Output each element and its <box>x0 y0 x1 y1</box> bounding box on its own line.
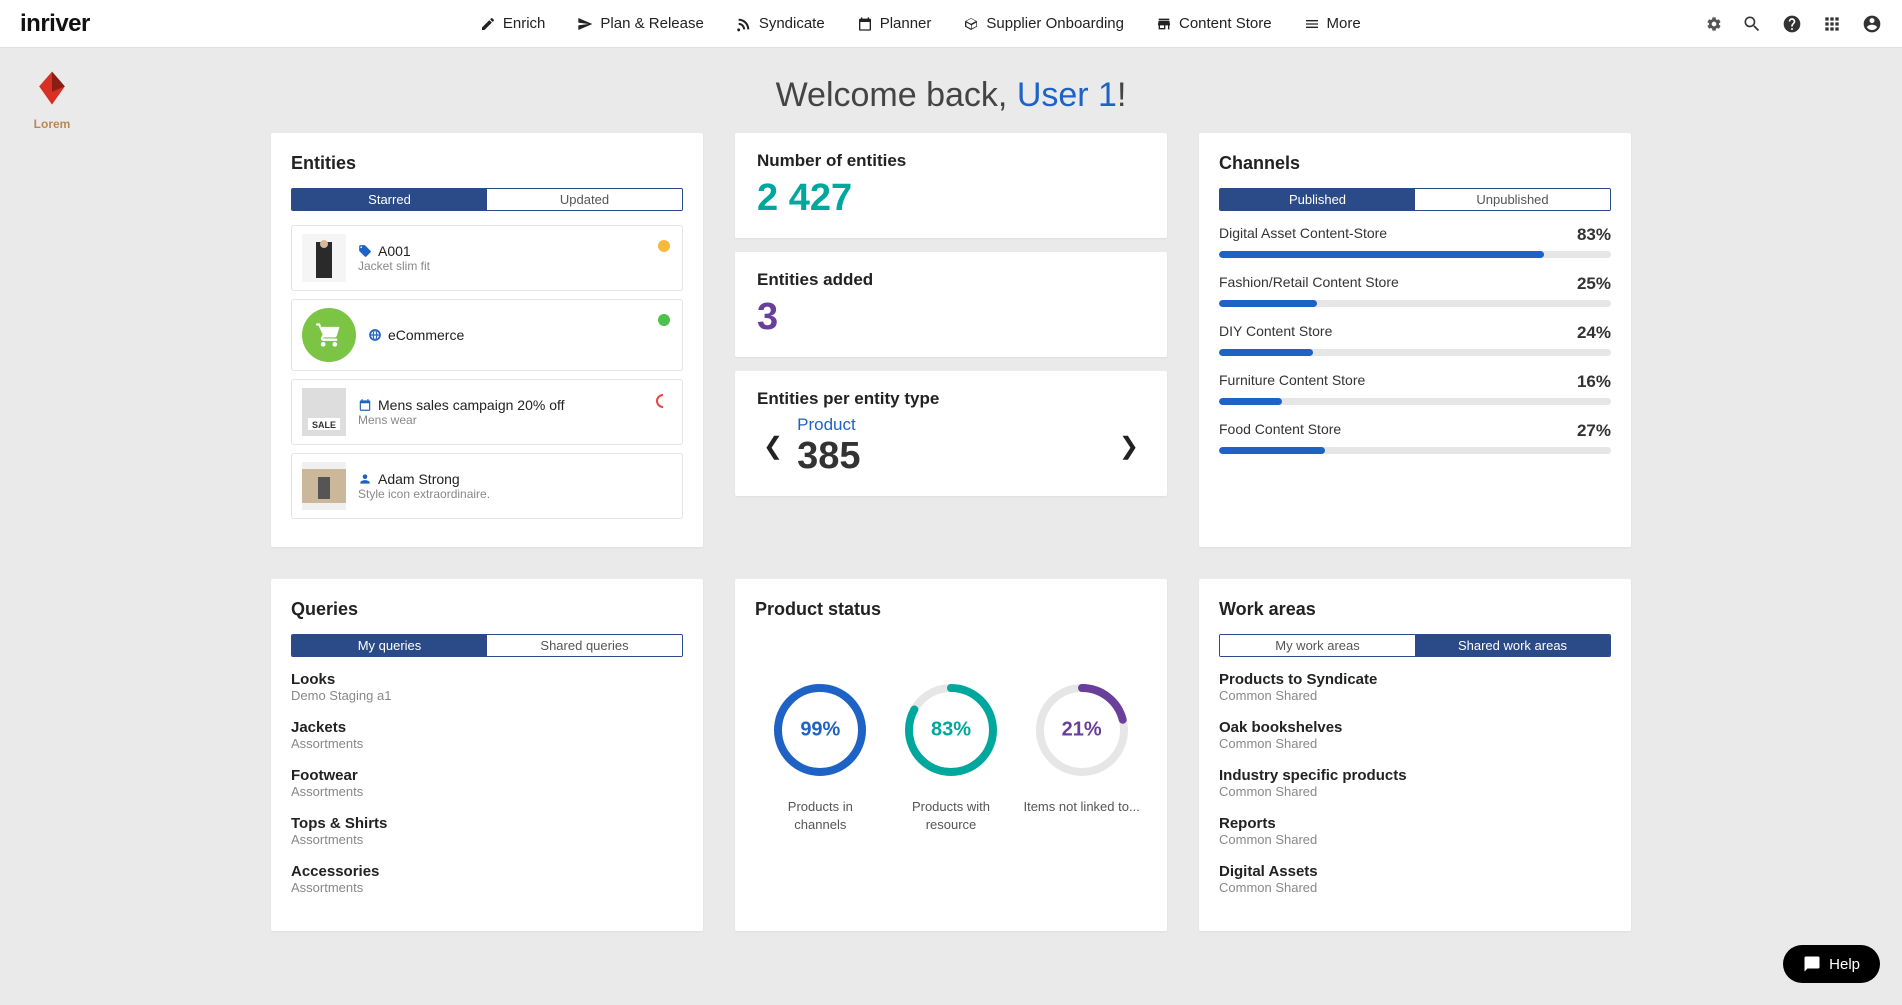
send-icon <box>577 16 593 32</box>
entity-thumb <box>302 308 356 362</box>
person-icon <box>358 472 372 486</box>
menu-icon <box>1304 16 1320 32</box>
queries-card: Queries My queries Shared queries LooksD… <box>271 579 703 931</box>
user-icon[interactable] <box>1862 14 1882 34</box>
nav-more[interactable]: More <box>1304 15 1361 32</box>
tag-icon <box>358 244 372 258</box>
brand-name: Lorem <box>30 117 74 131</box>
channel-row[interactable]: Digital Asset Content-Store83% <box>1219 225 1611 258</box>
nav-syndicate[interactable]: Syndicate <box>736 15 825 32</box>
tab-shared-work-areas[interactable]: Shared work areas <box>1415 635 1610 656</box>
top-bar: inriver Enrich Plan & Release Syndicate … <box>0 0 1902 48</box>
prev-arrow[interactable]: ❮ <box>757 432 789 461</box>
globe-icon <box>368 328 382 342</box>
main-nav: Enrich Plan & Release Syndicate Planner … <box>480 15 1361 32</box>
channel-row[interactable]: Fashion/Retail Content Store25% <box>1219 274 1611 307</box>
work-areas-card: Work areas My work areas Shared work are… <box>1199 579 1631 931</box>
calendar-icon <box>857 16 873 32</box>
store-icon <box>1156 16 1172 32</box>
entities-card: Entities Starred Updated A001 Jacket sli… <box>271 133 703 547</box>
query-row[interactable]: LooksDemo Staging a1 <box>291 671 683 703</box>
logo: inriver <box>20 10 90 38</box>
product-status-card: Product status 99%Products in channels83… <box>735 579 1167 931</box>
gear-icon[interactable] <box>1706 16 1722 32</box>
nav-plan-release[interactable]: Plan & Release <box>577 15 703 32</box>
tab-unpublished[interactable]: Unpublished <box>1415 189 1610 210</box>
channel-row[interactable]: Furniture Content Store16% <box>1219 372 1611 405</box>
box-icon <box>963 16 979 32</box>
tab-starred[interactable]: Starred <box>292 189 487 210</box>
donut: 99%Products in channels <box>760 680 880 834</box>
queries-tabs: My queries Shared queries <box>291 634 683 657</box>
query-row[interactable]: JacketsAssortments <box>291 719 683 751</box>
tab-shared-queries[interactable]: Shared queries <box>487 635 682 656</box>
brand-badge: Lorem <box>30 68 74 131</box>
pencil-icon <box>480 16 496 32</box>
entity-type-label: Product <box>797 415 1113 435</box>
channel-row[interactable]: Food Content Store27% <box>1219 421 1611 454</box>
help-button[interactable]: Help <box>1783 945 1880 983</box>
work-area-row[interactable]: Oak bookshelvesCommon Shared <box>1219 719 1611 751</box>
nav-enrich[interactable]: Enrich <box>480 15 546 32</box>
welcome-user: User 1 <box>1017 76 1117 114</box>
nav-planner[interactable]: Planner <box>857 15 932 32</box>
search-icon[interactable] <box>1742 14 1762 34</box>
nav-content-store[interactable]: Content Store <box>1156 15 1272 32</box>
work-area-row[interactable]: ReportsCommon Shared <box>1219 815 1611 847</box>
util-icons <box>1706 14 1882 34</box>
entity-thumb: SALE <box>302 388 346 436</box>
query-row[interactable]: Tops & ShirtsAssortments <box>291 815 683 847</box>
brand-logo-icon <box>30 68 74 112</box>
status-dot <box>658 314 670 326</box>
chat-icon <box>1803 955 1821 973</box>
donut: 21%Items not linked to... <box>1022 680 1142 834</box>
svg-text:SALE: SALE <box>312 420 336 430</box>
apps-icon[interactable] <box>1822 14 1842 34</box>
next-arrow[interactable]: ❯ <box>1113 432 1145 461</box>
entity-thumb <box>302 462 346 510</box>
tab-my-work-areas[interactable]: My work areas <box>1220 635 1415 656</box>
welcome-heading: Welcome back, User 1! <box>0 48 1902 133</box>
status-dot <box>658 240 670 252</box>
channels-tabs: Published Unpublished <box>1219 188 1611 211</box>
donut: 83%Products with resource <box>891 680 1011 834</box>
rss-icon <box>736 16 752 32</box>
entities-added-card: Entities added 3 <box>735 252 1167 357</box>
tab-updated[interactable]: Updated <box>487 189 682 210</box>
entities-per-type-card: Entities per entity type ❮ Product 385 ❯ <box>735 371 1167 496</box>
query-row[interactable]: AccessoriesAssortments <box>291 863 683 895</box>
entity-row[interactable]: SALE Mens sales campaign 20% off Mens we… <box>291 379 683 445</box>
work-area-row[interactable]: Industry specific productsCommon Shared <box>1219 767 1611 799</box>
tab-my-queries[interactable]: My queries <box>292 635 487 656</box>
entities-title: Entities <box>291 153 683 174</box>
entity-row[interactable]: Adam Strong Style icon extraordinaire. <box>291 453 683 519</box>
channels-card: Channels Published Unpublished Digital A… <box>1199 133 1631 547</box>
num-entities-value: 2 427 <box>757 177 1145 220</box>
nav-supplier-onboarding[interactable]: Supplier Onboarding <box>963 15 1124 32</box>
work-area-row[interactable]: Products to SyndicateCommon Shared <box>1219 671 1611 703</box>
channel-row[interactable]: DIY Content Store24% <box>1219 323 1611 356</box>
middle-col: Number of entities 2 427 Entities added … <box>735 133 1167 547</box>
query-row[interactable]: FootwearAssortments <box>291 767 683 799</box>
entity-type-value: 385 <box>797 435 1113 478</box>
entities-added-value: 3 <box>757 296 1145 339</box>
status-dot <box>656 394 670 408</box>
work-areas-tabs: My work areas Shared work areas <box>1219 634 1611 657</box>
num-entities-card: Number of entities 2 427 <box>735 133 1167 238</box>
entity-row[interactable]: eCommerce <box>291 299 683 371</box>
entities-tabs: Starred Updated <box>291 188 683 211</box>
tab-published[interactable]: Published <box>1220 189 1415 210</box>
calendar-icon <box>358 398 372 412</box>
entity-row[interactable]: A001 Jacket slim fit <box>291 225 683 291</box>
help-icon[interactable] <box>1782 14 1802 34</box>
work-area-row[interactable]: Digital AssetsCommon Shared <box>1219 863 1611 895</box>
entity-thumb <box>302 234 346 282</box>
